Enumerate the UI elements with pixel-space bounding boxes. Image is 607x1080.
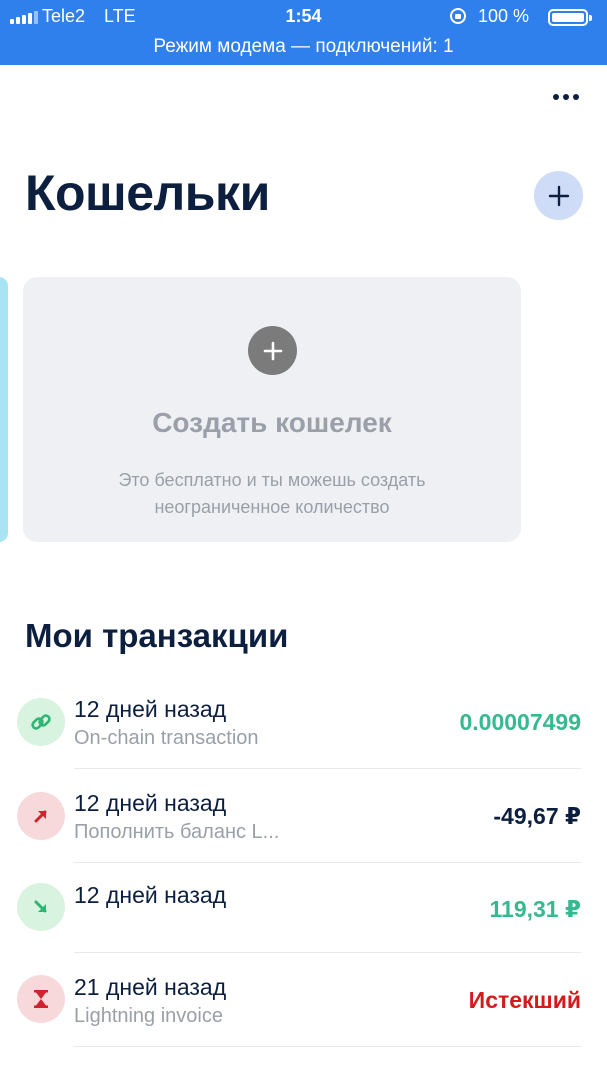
create-wallet-description-line: неограниченное количество (154, 497, 390, 517)
more-horizontal-icon (553, 94, 559, 100)
battery-percent: 100 % (478, 6, 530, 26)
plus-icon (263, 341, 282, 360)
create-wallet-description: Это бесплатно и ты можешь создать неогра… (23, 467, 521, 521)
transaction-row[interactable]: 12 дней назад Пополнить баланс L... -49,… (0, 770, 607, 863)
transaction-description: On-chain transaction (74, 727, 259, 749)
hotspot-banner[interactable]: Режим модема — подключений: 1 (0, 36, 607, 58)
transaction-type-badge (17, 698, 65, 746)
transaction-type-badge (17, 792, 65, 840)
link-icon (31, 714, 51, 730)
transaction-description: Пополнить баланс L... (74, 821, 280, 843)
plus-icon (548, 185, 569, 206)
transactions-section-title: Мои транзакции (25, 617, 289, 654)
transaction-date: 12 дней назад (74, 882, 227, 908)
transaction-row[interactable]: 12 дней назад On-chain transaction 0.000… (0, 676, 607, 769)
arrow-down-right-icon (34, 900, 47, 913)
orientation-lock-icon (450, 8, 466, 24)
create-wallet-card[interactable]: Создать кошелек Это бесплатно и ты можеш… (23, 277, 521, 542)
create-wallet-plus-icon (248, 326, 297, 375)
transaction-description: Lightning invoice (74, 1005, 223, 1027)
transaction-date: 21 дней назад (74, 974, 227, 1000)
transaction-amount: 0.00007499 (459, 709, 581, 735)
hourglass-icon (34, 990, 48, 1008)
status-bar: Tele2 LTE 1:54 100 % Режим модема — подк… (0, 0, 607, 65)
transaction-type-badge (17, 883, 65, 931)
create-wallet-description-line: Это бесплатно и ты можешь создать (118, 470, 426, 490)
transaction-amount: -49,67 ₽ (493, 803, 581, 829)
battery-icon (548, 9, 592, 26)
page-title: Кошельки (25, 165, 270, 221)
transaction-amount: 119,31 ₽ (489, 896, 581, 922)
divider (74, 768, 581, 769)
transaction-type-badge (17, 975, 65, 1023)
arrow-up-right-icon (34, 810, 47, 823)
wallet-card-previous[interactable] (0, 277, 8, 542)
more-options-button[interactable] (546, 86, 586, 108)
transaction-status: Истекший (468, 987, 581, 1013)
create-wallet-title: Создать кошелек (152, 407, 392, 438)
transaction-date: 12 дней назад (74, 696, 227, 722)
add-wallet-button[interactable] (534, 171, 583, 220)
transaction-row[interactable]: 12 дней назад 119,31 ₽ (0, 863, 607, 956)
transaction-date: 12 дней назад (74, 790, 227, 816)
divider (74, 1046, 581, 1047)
transaction-row[interactable]: 21 дней назад Lightning invoice Истекший (0, 954, 607, 1047)
divider (74, 952, 581, 953)
